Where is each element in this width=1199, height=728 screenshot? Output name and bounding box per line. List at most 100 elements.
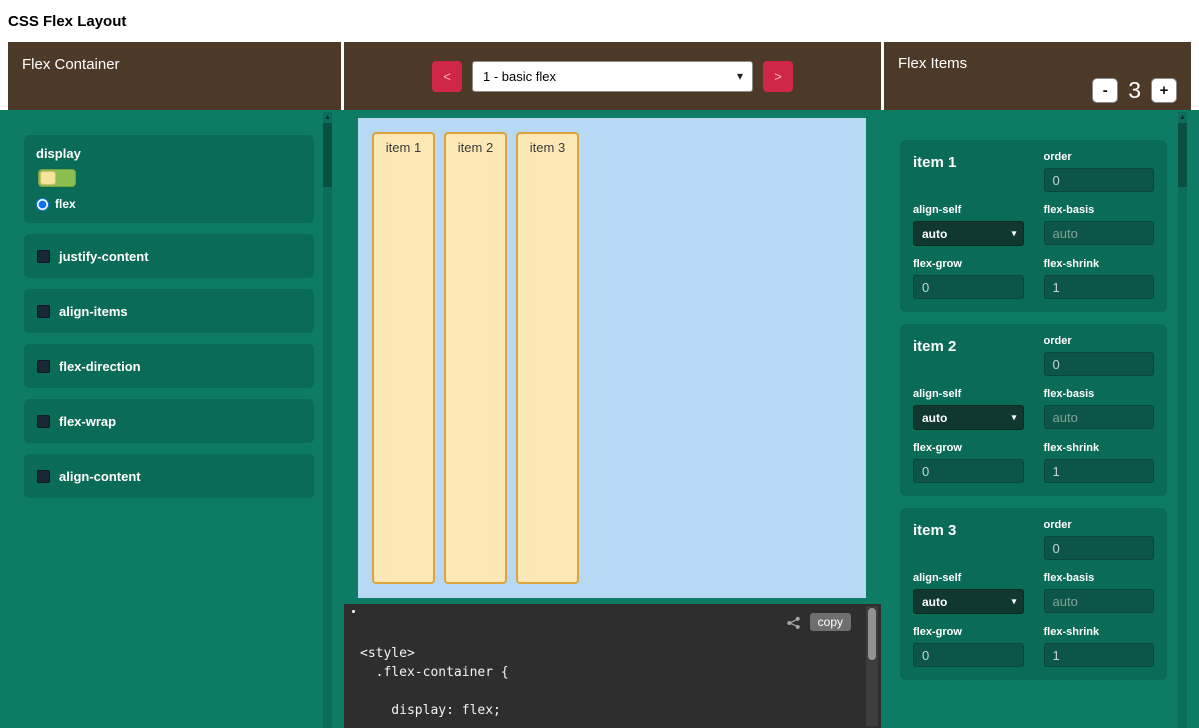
display-flex-option[interactable]: flex <box>36 197 302 211</box>
page-title: CSS Flex Layout <box>8 13 126 30</box>
flex-basis-field: flex-basis <box>1044 204 1155 246</box>
flex-preview-item: item 1 <box>372 132 435 584</box>
left-scrollbar[interactable]: ▲ <box>323 112 332 728</box>
flex-basis-label: flex-basis <box>1044 572 1155 584</box>
flex-basis-input[interactable] <box>1044 405 1155 429</box>
code-dot <box>352 610 355 613</box>
add-item-button[interactable]: + <box>1151 78 1177 103</box>
flex-basis-label: flex-basis <box>1044 388 1155 400</box>
order-field: order <box>1044 151 1155 192</box>
code-box: copy <style> .flex-container { display: … <box>344 604 881 728</box>
prev-example-button[interactable]: < <box>432 61 462 92</box>
toggle-knob <box>40 171 56 185</box>
code-toolbar: copy <box>786 613 851 631</box>
checkbox-flex-wrap[interactable] <box>37 415 50 428</box>
item-name: item 3 <box>913 519 1024 560</box>
flex-container-body: display flex justify-content align-items… <box>8 110 341 728</box>
order-input[interactable] <box>1044 352 1155 376</box>
flex-grow-label: flex-grow <box>913 442 1024 454</box>
remove-item-button[interactable]: - <box>1092 78 1118 103</box>
flex-basis-label: flex-basis <box>1044 204 1155 216</box>
flex-basis-input[interactable] <box>1044 221 1155 245</box>
checkbox-flex-direction[interactable] <box>37 360 50 373</box>
flex-preview-container: item 1 item 2 item 3 <box>358 118 866 598</box>
copy-button[interactable]: copy <box>810 613 851 631</box>
flex-items-title: Flex Items <box>898 55 1177 72</box>
app: Flex Container display flex justify-cont… <box>0 42 1199 728</box>
flex-shrink-input[interactable] <box>1044 643 1155 667</box>
flex-grow-input[interactable] <box>913 459 1024 483</box>
example-select-wrap: 1 - basic flex <box>472 61 753 92</box>
display-flex-radio[interactable] <box>36 198 49 211</box>
align-self-select[interactable]: auto <box>913 221 1024 246</box>
topbar: CSS Flex Layout <box>0 0 1199 42</box>
right-scrollbar[interactable]: ▲ <box>1178 112 1187 728</box>
flex-items-body: item 1 order align-self auto flex-basis <box>884 110 1191 728</box>
flex-items-panel: Flex Items - 3 + item 1 order align-self <box>884 42 1191 728</box>
section-flex-wrap[interactable]: flex-wrap <box>24 399 314 443</box>
align-self-select[interactable]: auto <box>913 589 1024 614</box>
align-self-select[interactable]: auto <box>913 405 1024 430</box>
flex-shrink-input[interactable] <box>1044 275 1155 299</box>
checkbox-align-items[interactable] <box>37 305 50 318</box>
next-example-button[interactable]: > <box>763 61 793 92</box>
order-label: order <box>1044 335 1155 347</box>
flex-grow-input[interactable] <box>913 275 1024 299</box>
align-self-field: align-self auto <box>913 572 1024 614</box>
flex-grow-label: flex-grow <box>913 258 1024 270</box>
order-input[interactable] <box>1044 536 1155 560</box>
order-field: order <box>1044 335 1155 376</box>
align-self-label: align-self <box>913 388 1024 400</box>
section-align-content[interactable]: align-content <box>24 454 314 498</box>
flex-container-header: Flex Container <box>8 42 341 110</box>
align-self-field: align-self auto <box>913 388 1024 430</box>
preview-panel: < 1 - basic flex > item 1 item 2 item 3 <box>344 42 881 728</box>
align-self-field: align-self auto <box>913 204 1024 246</box>
display-label: display <box>36 146 302 161</box>
flex-grow-field: flex-grow <box>913 626 1024 667</box>
flex-shrink-field: flex-shrink <box>1044 442 1155 483</box>
display-flex-radio-label: flex <box>55 197 76 211</box>
order-input[interactable] <box>1044 168 1155 192</box>
flex-preview-item: item 2 <box>444 132 507 584</box>
preview-body: item 1 item 2 item 3 copy <style> .flex-… <box>344 110 881 728</box>
order-label: order <box>1044 519 1155 531</box>
code-scrollbar[interactable] <box>866 606 878 726</box>
flex-grow-field: flex-grow <box>913 442 1024 483</box>
checkbox-justify-content[interactable] <box>37 250 50 263</box>
order-field: order <box>1044 519 1155 560</box>
item-count-controls: - 3 + <box>898 77 1177 104</box>
item-name: item 2 <box>913 335 1024 376</box>
flex-items-header: Flex Items - 3 + <box>884 42 1191 110</box>
scroll-up-arrow[interactable]: ▲ <box>1178 112 1187 123</box>
checkbox-align-content[interactable] <box>37 470 50 483</box>
item-card-1: item 1 order align-self auto flex-basis <box>900 140 1167 312</box>
flex-basis-field: flex-basis <box>1044 572 1155 614</box>
align-self-select-wrap: auto <box>913 221 1024 246</box>
flex-basis-input[interactable] <box>1044 589 1155 613</box>
scrollbar-thumb[interactable] <box>323 123 332 187</box>
flex-preview-item: item 3 <box>516 132 579 584</box>
display-toggle[interactable] <box>38 169 76 187</box>
scroll-up-arrow[interactable]: ▲ <box>323 112 332 123</box>
section-align-items[interactable]: align-items <box>24 289 314 333</box>
example-select[interactable]: 1 - basic flex <box>472 61 753 92</box>
section-flex-direction[interactable]: flex-direction <box>24 344 314 388</box>
section-label: justify-content <box>59 249 149 264</box>
share-icon[interactable] <box>786 615 801 630</box>
item-name: item 1 <box>913 151 1024 192</box>
section-justify-content[interactable]: justify-content <box>24 234 314 278</box>
code-scrollbar-thumb[interactable] <box>868 608 876 660</box>
flex-grow-input[interactable] <box>913 643 1024 667</box>
flex-container-title: Flex Container <box>22 56 120 73</box>
item-count: 3 <box>1128 77 1141 104</box>
section-label: align-content <box>59 469 141 484</box>
flex-shrink-field: flex-shrink <box>1044 258 1155 299</box>
order-label: order <box>1044 151 1155 163</box>
scrollbar-thumb[interactable] <box>1178 123 1187 187</box>
flex-grow-field: flex-grow <box>913 258 1024 299</box>
align-self-select-wrap: auto <box>913 589 1024 614</box>
flex-shrink-input[interactable] <box>1044 459 1155 483</box>
flex-grow-label: flex-grow <box>913 626 1024 638</box>
flex-shrink-label: flex-shrink <box>1044 258 1155 270</box>
